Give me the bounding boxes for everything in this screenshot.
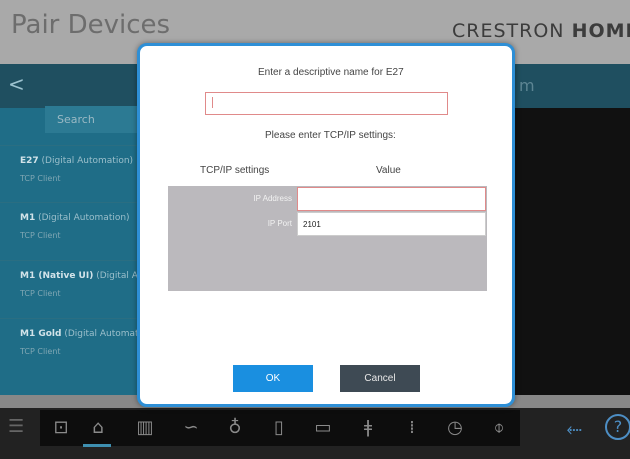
search-input[interactable]: Search	[45, 106, 140, 133]
device-type: TCP Client	[20, 347, 61, 356]
device-name: M1 Gold (Digital Automation)	[20, 329, 156, 339]
ip-address-input[interactable]	[297, 187, 486, 211]
active-tab-indicator	[83, 444, 111, 447]
help-icon[interactable]: ?	[605, 414, 630, 440]
shades-icon[interactable]: ▯	[266, 414, 292, 442]
ok-button[interactable]: OK	[233, 365, 313, 392]
device-name: E27 (Digital Automation)	[20, 156, 134, 166]
back-arrow-icon[interactable]: ⬸	[566, 416, 582, 440]
nav-right-text: m	[519, 76, 535, 95]
device-name-input[interactable]	[205, 92, 448, 115]
doors-icon[interactable]: ▥	[132, 414, 158, 442]
device-list-item[interactable]: M1 Gold (Digital Automation) TCP Client	[0, 318, 156, 391]
back-chevron-icon[interactable]: <	[8, 72, 25, 96]
menu-icon[interactable]: ☰	[8, 416, 24, 437]
brand-logo: CRESTRON HOME	[452, 20, 630, 42]
brand-bold: HOME	[571, 20, 630, 42]
ip-port-input[interactable]: 2101	[297, 212, 486, 236]
name-prompt: Enter a descriptive name for E27	[258, 67, 404, 78]
right-panel	[515, 108, 630, 395]
wifi-router-icon[interactable]: ⌂	[85, 414, 111, 442]
lightbulb-icon[interactable]: ♁	[222, 414, 248, 442]
keypad-icon[interactable]: ⁞	[399, 414, 425, 442]
ip-address-label: IP Address	[253, 194, 292, 203]
device-type: TCP Client	[20, 289, 61, 298]
column-header-value: Value	[376, 165, 401, 176]
add-device-icon[interactable]: ⊡	[48, 414, 74, 442]
brand-light: CRESTRON	[452, 20, 572, 42]
temperature-gauge-icon[interactable]: ⌽	[486, 414, 512, 442]
thermometer-icon[interactable]: ǂ	[355, 414, 381, 442]
tcp-prompt: Please enter TCP/IP settings:	[265, 130, 396, 141]
device-type: TCP Client	[20, 231, 61, 240]
column-header-settings: TCP/IP settings	[200, 165, 270, 176]
page-title: Pair Devices	[11, 10, 171, 40]
automation-flow-icon[interactable]: ∽	[178, 414, 204, 442]
device-name: M1 (Digital Automation)	[20, 213, 130, 223]
media-icon[interactable]: ▭	[310, 414, 336, 442]
ip-port-label: IP Port	[267, 219, 292, 228]
cancel-button[interactable]: Cancel	[340, 365, 420, 392]
device-type: TCP Client	[20, 174, 61, 183]
text-caret	[212, 97, 213, 108]
clock-icon[interactable]: ◷	[442, 414, 468, 442]
